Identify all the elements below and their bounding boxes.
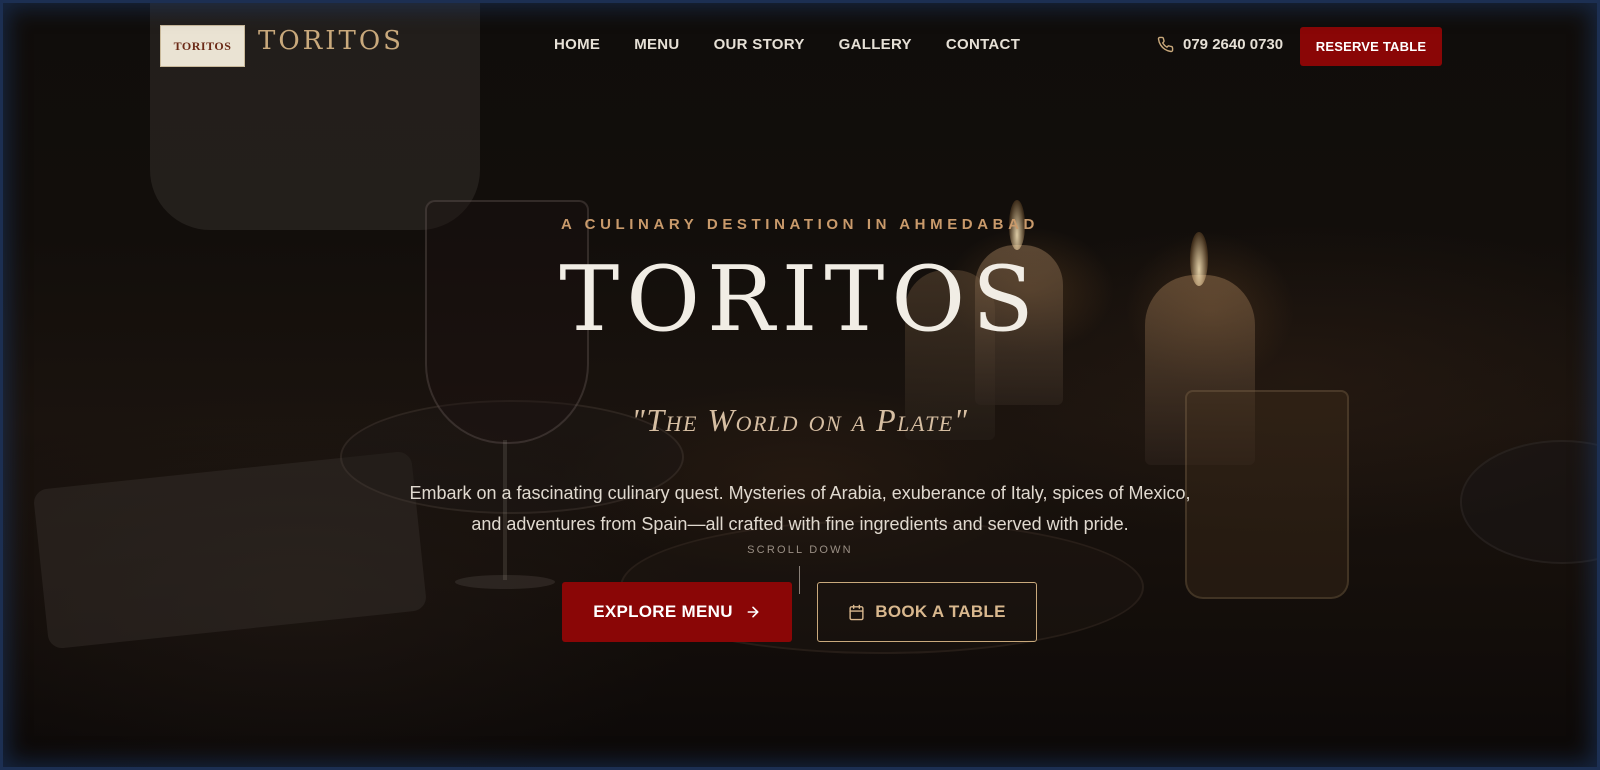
nav-our-story[interactable]: OUR STORY	[714, 36, 805, 53]
hero-background	[0, 0, 1600, 770]
explore-menu-button[interactable]: EXPLORE MENU	[562, 582, 792, 642]
nav-menu[interactable]: MENU	[634, 36, 679, 53]
book-table-button[interactable]: BOOK A TABLE	[817, 582, 1037, 642]
scroll-down-label[interactable]: SCROLL DOWN	[0, 544, 1600, 556]
calendar-icon	[848, 604, 865, 621]
main-nav: HOME MENU OUR STORY GALLERY CONTACT	[554, 36, 1054, 53]
book-table-label: BOOK A TABLE	[875, 602, 1006, 621]
phone-number: 079 2640 0730	[1183, 36, 1284, 53]
scroll-indicator-line	[799, 566, 800, 594]
phone-link[interactable]: 079 2640 0730	[1157, 36, 1283, 53]
hero-description: Embark on a fascinating culinary quest. …	[409, 483, 1191, 534]
reserve-table-button[interactable]: RESERVE TABLE	[1300, 27, 1442, 66]
phone-icon	[1157, 36, 1174, 53]
brand-name[interactable]: TORITOS	[258, 26, 404, 56]
nav-home[interactable]: HOME	[554, 36, 600, 53]
nav-gallery[interactable]: GALLERY	[839, 36, 912, 53]
hero-kicker: A CULINARY DESTINATION IN AHMEDABAD	[561, 216, 1039, 233]
hero-tagline: "The World on a Plate"	[631, 402, 969, 438]
logo[interactable]: TORITOS	[160, 25, 245, 67]
nav-contact[interactable]: CONTACT	[946, 36, 1020, 53]
wine-glass-foot	[455, 575, 555, 589]
hero-title: TORITOS	[559, 247, 1041, 352]
arrow-right-icon	[745, 604, 761, 620]
logo-text: TORITOS	[173, 38, 232, 53]
explore-menu-label: EXPLORE MENU	[593, 602, 733, 621]
